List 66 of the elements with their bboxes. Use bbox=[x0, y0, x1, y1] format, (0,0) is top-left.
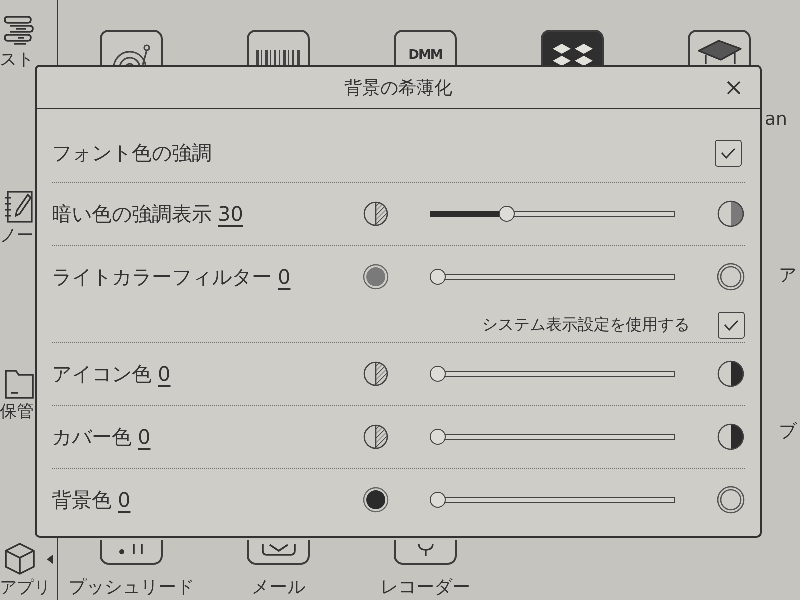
slider-track[interactable] bbox=[430, 428, 675, 446]
setting-value: 0 bbox=[118, 488, 131, 512]
app-label: an bbox=[765, 110, 788, 130]
dialog-title: 背景の希薄化 bbox=[344, 76, 452, 100]
setting-label: ライトカラーフィルター bbox=[52, 264, 272, 290]
setting-value: 0 bbox=[278, 264, 291, 288]
microphone-icon bbox=[418, 544, 434, 556]
envelope-icon bbox=[262, 544, 296, 556]
sidebar-label[interactable]: ノー bbox=[0, 226, 34, 246]
setting-label: カバー色 bbox=[52, 424, 132, 450]
setting-label: システム表示設定を使用する bbox=[482, 314, 690, 336]
app-tile[interactable] bbox=[100, 540, 163, 565]
app-label[interactable]: プッシュリード bbox=[68, 578, 194, 598]
slider-thumb[interactable] bbox=[498, 206, 515, 222]
app-tile[interactable] bbox=[541, 30, 604, 66]
app-tile[interactable] bbox=[394, 540, 457, 565]
checkbox[interactable] bbox=[715, 140, 742, 166]
setting-label: 暗い色の強調表示 bbox=[52, 200, 212, 228]
check-icon bbox=[724, 320, 739, 330]
filled-circle-icon bbox=[363, 264, 389, 290]
half-filled-circle-icon bbox=[717, 200, 745, 228]
filled-circle-icon bbox=[363, 487, 389, 513]
app-label[interactable]: メール bbox=[252, 578, 306, 598]
book-stack-icon[interactable] bbox=[4, 14, 34, 48]
checkbox[interactable] bbox=[718, 312, 745, 338]
slider-thumb[interactable] bbox=[430, 429, 446, 445]
slider-thumb[interactable] bbox=[430, 492, 446, 508]
half-filled-circle-icon bbox=[717, 360, 745, 388]
sidebar-label[interactable]: スト bbox=[0, 50, 34, 70]
slider-track[interactable] bbox=[430, 365, 675, 383]
close-icon bbox=[727, 80, 741, 94]
sidebar-label[interactable]: アプリ bbox=[0, 578, 51, 598]
diamond-pattern-icon bbox=[550, 42, 594, 66]
app-tile[interactable]: DMM bbox=[394, 30, 457, 66]
setting-value: 30 bbox=[218, 202, 244, 226]
half-filled-circle-icon bbox=[717, 423, 745, 451]
half-hatched-circle-icon bbox=[363, 201, 389, 227]
app-tile[interactable] bbox=[688, 30, 751, 66]
slider-track[interactable] bbox=[430, 491, 675, 509]
setting-value: 0 bbox=[158, 362, 171, 386]
setting-label: 背景色 bbox=[52, 486, 112, 514]
double-ring-icon bbox=[717, 486, 745, 514]
barcode-icon bbox=[256, 50, 302, 66]
half-hatched-circle-icon bbox=[363, 424, 389, 450]
half-hatched-circle-icon bbox=[363, 361, 389, 387]
slider-thumb[interactable] bbox=[430, 366, 446, 382]
caret-icon[interactable] bbox=[47, 554, 53, 564]
app-tile[interactable] bbox=[247, 540, 310, 565]
notebook-pencil-icon[interactable] bbox=[4, 190, 34, 224]
slider-track[interactable] bbox=[430, 205, 675, 223]
setting-label: フォント色の強調 bbox=[52, 140, 212, 166]
slider-thumb[interactable] bbox=[430, 269, 446, 285]
sidebar-label[interactable]: 保管 bbox=[0, 402, 34, 422]
dot-lines-icon bbox=[118, 544, 144, 555]
app-tile[interactable] bbox=[100, 30, 163, 66]
app-tile[interactable] bbox=[247, 30, 310, 66]
setting-value: 0 bbox=[138, 424, 151, 448]
app-label: ブ bbox=[779, 422, 797, 442]
app-label: ア bbox=[779, 266, 797, 286]
app-logo-text: DMM bbox=[408, 49, 442, 63]
app-label[interactable]: レコーダー bbox=[380, 578, 470, 598]
double-ring-icon bbox=[717, 263, 745, 291]
check-icon bbox=[721, 148, 736, 158]
setting-label: アイコン色 bbox=[52, 360, 152, 388]
slider-track[interactable] bbox=[430, 268, 675, 286]
cube-icon[interactable] bbox=[4, 542, 36, 576]
